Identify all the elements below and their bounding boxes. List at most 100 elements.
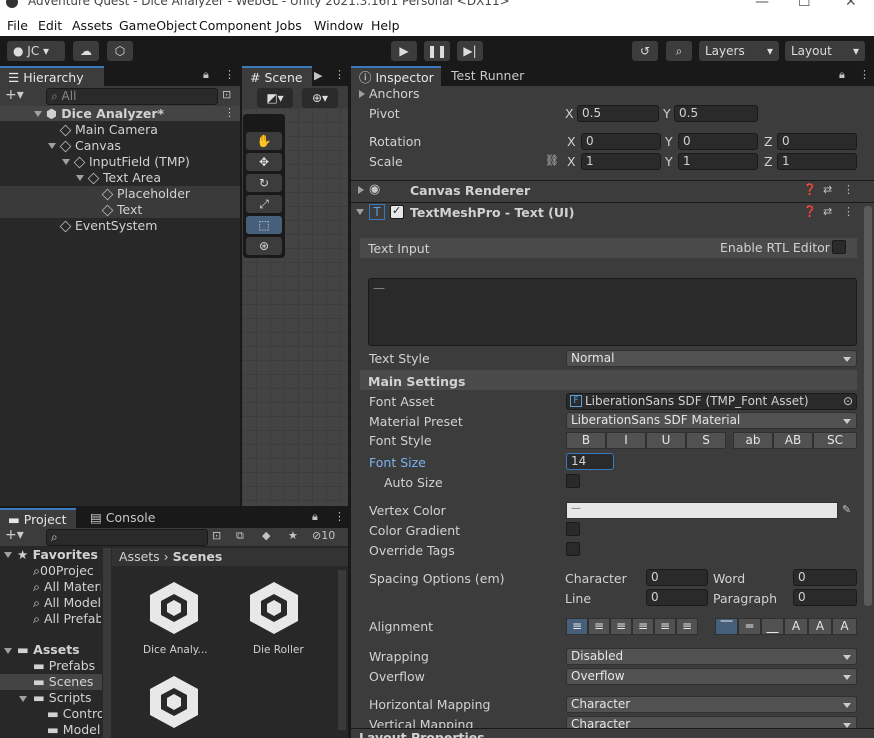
canvas-renderer-header[interactable]: Canvas Renderer (410, 183, 530, 198)
hierarchy-item-eventsystem[interactable]: EventSystem (59, 218, 157, 233)
vertex-color-swatch[interactable]: — (566, 502, 838, 519)
font-style-italic[interactable]: I (606, 432, 646, 449)
layers-dropdown[interactable]: Layers ▾ (699, 41, 779, 61)
tab-console[interactable]: ▤ Console (82, 508, 162, 528)
overflow-dropdown[interactable]: Overflow (566, 668, 857, 685)
more-icon[interactable]: ⋮ (334, 510, 345, 523)
menu-jobs[interactable]: Jobs (276, 18, 302, 33)
folder-item[interactable]: ▬ Prefabs (33, 658, 95, 673)
menu-help[interactable]: Help (371, 18, 400, 33)
inspector-scrollbar[interactable] (864, 206, 872, 606)
type-filter-icon[interactable]: ⧉ (236, 529, 244, 543)
help-icon[interactable]: ❓ (803, 205, 817, 218)
horizontal-mapping-dropdown[interactable]: Character (566, 696, 857, 713)
folder-item-selected[interactable]: ▬ Scenes (33, 674, 93, 689)
layout-dropdown[interactable]: Layout ▾ (785, 41, 865, 61)
font-style-smallcaps[interactable]: SC (813, 432, 857, 449)
maximize-icon[interactable]: ☐ (798, 0, 811, 10)
favorites-header[interactable]: ★ Favorites (17, 547, 98, 562)
hierarchy-search-input[interactable]: ⌕ All (46, 88, 218, 105)
menu-file[interactable]: File (7, 18, 28, 33)
hierarchy-item-inputfield[interactable]: InputField (TMP) (73, 154, 190, 169)
help-icon[interactable]: ❓ (803, 183, 817, 196)
auto-size-checkbox[interactable] (566, 474, 580, 488)
folder-item[interactable]: ▬ Model (47, 722, 102, 737)
scale-x-field[interactable]: 1 (581, 153, 661, 170)
align-left-icon[interactable]: ≡ (566, 618, 588, 635)
favorite-star-icon[interactable]: ★ (288, 529, 298, 542)
label-filter-icon[interactable]: ◆ (262, 529, 270, 542)
favorite-item[interactable]: ⌕ All Model (33, 595, 101, 611)
scale-tool-icon[interactable]: ⤢ (246, 195, 282, 213)
account-dropdown[interactable]: ● JC ▾ (7, 41, 65, 61)
hierarchy-item-main-camera[interactable]: Main Camera (59, 122, 158, 137)
scale-z-field[interactable]: 1 (777, 153, 857, 170)
link-icon[interactable]: ⛓ (545, 154, 559, 167)
tab-inspector[interactable]: ⓘ Inspector (351, 66, 441, 86)
align-justified-icon[interactable]: ≡ (632, 618, 654, 635)
align-baseline-icon[interactable]: A (784, 618, 808, 635)
pivot-x-field[interactable]: 0.5 (577, 105, 659, 122)
project-create-button[interactable]: +▾ (5, 527, 24, 543)
font-style-uppercase[interactable]: AB (773, 432, 813, 449)
align-center-icon[interactable]: ≡ (588, 618, 610, 635)
align-right-icon[interactable]: ≡ (610, 618, 632, 635)
create-button[interactable]: +▾ (5, 87, 24, 103)
rotation-y-field[interactable]: 0 (678, 133, 758, 150)
word-spacing-field[interactable]: 0 (793, 569, 857, 586)
preset-icon[interactable]: ⇄ (823, 183, 832, 196)
align-midline-icon[interactable]: A (808, 618, 832, 635)
align-middle-icon[interactable]: ═ (738, 618, 761, 635)
text-style-dropdown[interactable]: Normal (566, 350, 857, 367)
step-button[interactable]: ▶| (457, 41, 483, 61)
object-picker-icon[interactable]: ⊙ (843, 394, 853, 409)
align-top-icon[interactable]: ⎺ (715, 618, 738, 635)
menu-window[interactable]: Window (314, 18, 363, 33)
override-tags-checkbox[interactable] (566, 542, 580, 556)
more-icon[interactable]: ⋮ (859, 68, 870, 81)
breadcrumb-scenes[interactable]: Scenes (173, 549, 223, 564)
hand-tool-icon[interactable]: ✋ (246, 132, 282, 150)
folder-item[interactable]: ▬ Scripts (33, 690, 92, 705)
align-capline-icon[interactable]: A (832, 618, 857, 635)
component-more-icon[interactable]: ⋮ (843, 183, 854, 196)
breadcrumb-assets[interactable]: Assets (119, 549, 160, 564)
folder-item[interactable]: ▬ Contro (47, 706, 102, 721)
font-style-underline[interactable]: U (646, 432, 686, 449)
globe-dropdown[interactable]: ⊕▾ (302, 88, 338, 108)
tab-scene[interactable]: # Scene (242, 66, 312, 86)
pivot-y-field[interactable]: 0.5 (674, 105, 758, 122)
lock-icon[interactable]: 🔒︎ (839, 68, 845, 82)
font-style-bold[interactable]: B (566, 432, 606, 449)
scene-more-icon[interactable]: ⋮ (334, 68, 345, 81)
lock-icon[interactable]: 🔒︎ (312, 510, 318, 524)
material-preset-dropdown[interactable]: LiberationSans SDF Material (566, 412, 857, 429)
eyedropper-icon[interactable]: ✎ (842, 503, 851, 516)
project-search-input[interactable]: ⌕ (46, 529, 208, 546)
anchors-foldout[interactable]: Anchors (369, 86, 420, 101)
scene-more-icon[interactable]: ⋮ (224, 106, 235, 119)
wrapping-dropdown[interactable]: Disabled (566, 648, 857, 665)
minimize-icon[interactable]: — (755, 0, 769, 10)
search-filter-icon[interactable]: ⊡ (222, 88, 231, 101)
lock-icon[interactable]: 🔒︎ (203, 68, 209, 82)
scale-y-field[interactable]: 1 (678, 153, 758, 170)
component-more-icon[interactable]: ⋮ (843, 205, 854, 218)
move-tool-icon[interactable]: ✥ (246, 153, 282, 171)
menu-gameobject[interactable]: GameObject (119, 18, 197, 33)
rect-tool-icon[interactable]: ⬚ (246, 216, 282, 234)
assets-root[interactable]: ▬ Assets (17, 642, 80, 657)
font-style-strikethrough[interactable]: S (686, 432, 726, 449)
line-spacing-field[interactable]: 0 (646, 589, 708, 606)
menu-edit[interactable]: Edit (38, 18, 62, 33)
favorite-item[interactable]: ⌕00Projec (33, 563, 101, 579)
font-style-lowercase[interactable]: ab (733, 432, 773, 449)
favorite-item[interactable]: ⌕ All Materi (33, 579, 101, 595)
tab-project[interactable]: ▬ Project (0, 508, 76, 528)
collab-icon[interactable]: ⬡ (107, 41, 133, 61)
tmp-header[interactable]: TextMeshPro - Text (UI) (410, 205, 574, 220)
font-size-field[interactable]: 14 (566, 453, 614, 470)
hierarchy-item-text-area[interactable]: Text Area (87, 170, 161, 185)
layout-properties-header[interactable]: Layout Properties (359, 730, 485, 738)
tab-test-runner[interactable]: Test Runner (443, 66, 533, 86)
